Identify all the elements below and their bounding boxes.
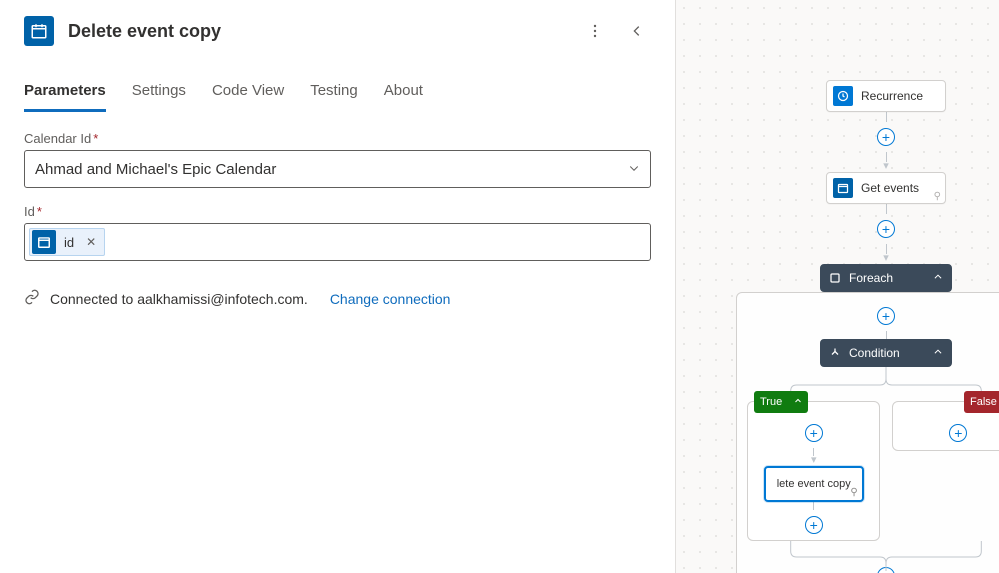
more-menu-button[interactable] xyxy=(581,17,609,45)
loop-icon xyxy=(829,272,843,284)
connection-row: Connected to aalkhamissi@infotech.com. C… xyxy=(24,289,651,308)
insert-step-button[interactable]: + xyxy=(805,424,823,442)
insert-step-button[interactable]: + xyxy=(877,128,895,146)
panel-title: Delete event copy xyxy=(68,21,567,42)
node-label: Condition xyxy=(849,346,900,360)
chevron-up-icon xyxy=(933,346,943,360)
collapse-panel-button[interactable] xyxy=(623,17,651,45)
branch-icon xyxy=(829,347,843,359)
id-label: Id* xyxy=(24,204,651,219)
node-recurrence[interactable]: Recurrence xyxy=(826,80,946,112)
id-input[interactable]: id ✕ xyxy=(24,223,651,261)
field-id: Id* id ✕ xyxy=(24,204,651,261)
node-delete-event-selected[interactable]: lete event copy ⚲ xyxy=(764,466,864,502)
clock-icon xyxy=(833,86,853,106)
dynamic-content-token-id[interactable]: id ✕ xyxy=(29,228,105,256)
false-branch: False + xyxy=(892,401,999,451)
calendar-id-label: Calendar Id* xyxy=(24,131,651,146)
tab-about[interactable]: About xyxy=(384,76,423,112)
action-config-panel: Delete event copy Parameters Settings Co… xyxy=(0,0,676,573)
node-get-events[interactable]: Get events ⚲ xyxy=(826,172,946,204)
insert-step-button[interactable]: + xyxy=(877,220,895,238)
link-icon: ⚲ xyxy=(850,487,857,498)
chevron-up-icon xyxy=(933,271,943,285)
foreach-scope: + Condition xyxy=(736,292,999,573)
true-branch-header[interactable]: True xyxy=(754,391,808,413)
insert-step-button[interactable]: + xyxy=(949,424,967,442)
insert-step-button[interactable]: + xyxy=(877,307,895,325)
node-label: Foreach xyxy=(849,271,893,285)
token-remove-icon[interactable]: ✕ xyxy=(86,235,96,249)
insert-step-button[interactable]: + xyxy=(805,516,823,534)
node-label: Recurrence xyxy=(861,89,923,103)
true-branch: True + ▾ lete event copy ⚲ xyxy=(747,401,880,541)
link-icon xyxy=(24,289,40,308)
tab-strip: Parameters Settings Code View Testing Ab… xyxy=(0,76,675,113)
outlook-icon xyxy=(32,230,56,254)
calendar-id-value: Ahmad and Michael's Epic Calendar xyxy=(35,161,276,178)
tab-parameters[interactable]: Parameters xyxy=(24,76,106,112)
node-foreach[interactable]: Foreach xyxy=(820,264,952,292)
chevron-down-icon xyxy=(628,161,640,178)
parameters-body: Calendar Id* Ahmad and Michael's Epic Ca… xyxy=(0,113,675,326)
chevron-up-icon xyxy=(794,396,802,408)
tab-code-view[interactable]: Code View xyxy=(212,76,284,112)
designer-canvas[interactable]: Recurrence +▾ Get events ⚲ +▾ Foreach xyxy=(676,0,999,573)
connection-text: Connected to aalkhamissi@infotech.com. xyxy=(50,291,308,307)
node-condition[interactable]: Condition xyxy=(820,339,952,367)
calendar-id-select[interactable]: Ahmad and Michael's Epic Calendar xyxy=(24,150,651,188)
outlook-icon xyxy=(833,178,853,198)
link-icon: ⚲ xyxy=(934,191,941,202)
outlook-icon xyxy=(24,16,54,46)
token-label: id xyxy=(64,235,74,250)
flow-graph: Recurrence +▾ Get events ⚲ +▾ Foreach xyxy=(676,80,999,573)
change-connection-link[interactable]: Change connection xyxy=(330,291,451,307)
false-branch-header[interactable]: False xyxy=(964,391,999,413)
field-calendar-id: Calendar Id* Ahmad and Michael's Epic Ca… xyxy=(24,131,651,188)
tab-settings[interactable]: Settings xyxy=(132,76,186,112)
tab-testing[interactable]: Testing xyxy=(310,76,358,112)
node-label: Get events xyxy=(861,181,919,195)
panel-header: Delete event copy xyxy=(0,0,675,62)
node-label: lete event copy xyxy=(777,478,851,490)
